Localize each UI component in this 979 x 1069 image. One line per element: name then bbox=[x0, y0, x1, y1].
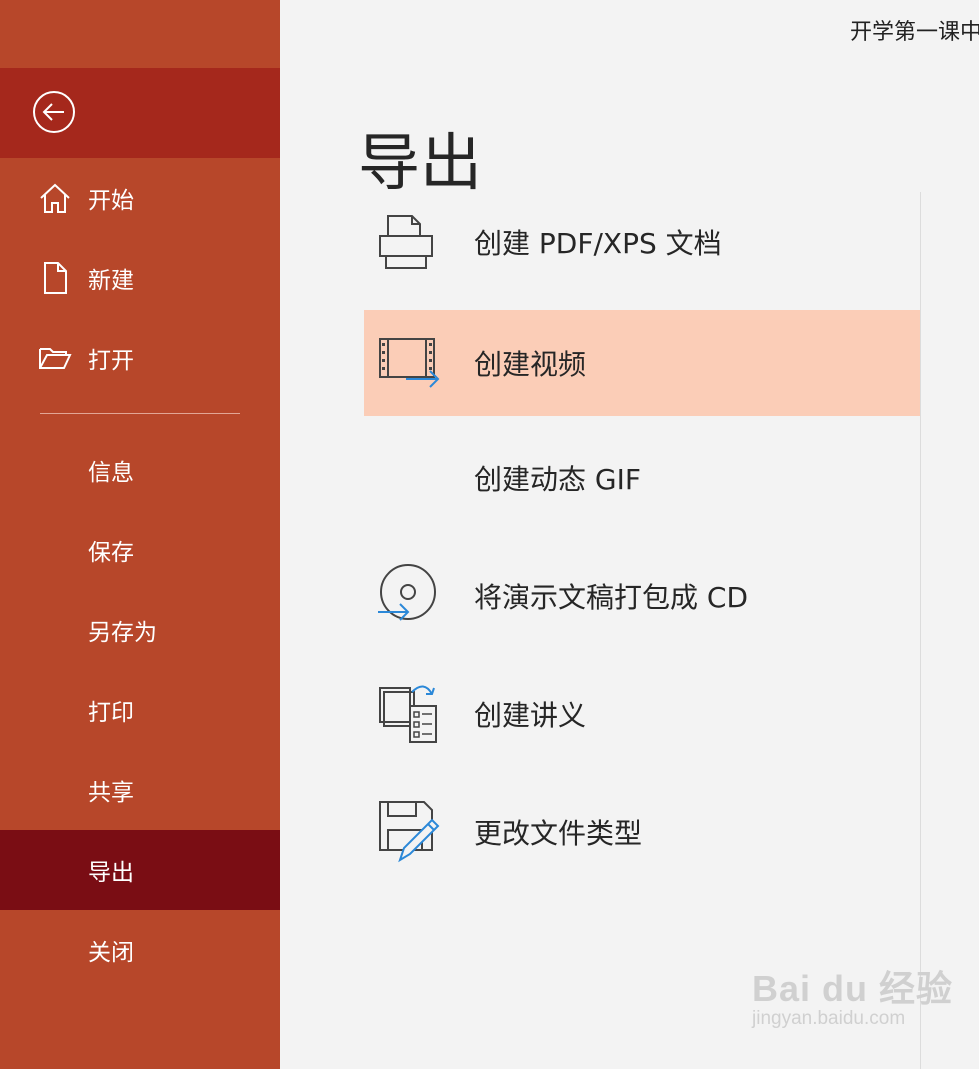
back-button[interactable] bbox=[0, 68, 280, 158]
sidebar-item-label: 导出 bbox=[88, 860, 134, 886]
sidebar-item-label: 打印 bbox=[88, 700, 134, 726]
printer-pdf-icon bbox=[379, 215, 433, 269]
sidebar-item-label: 另存为 bbox=[88, 620, 157, 646]
export-option-label: 创建视频 bbox=[474, 348, 587, 381]
new-document-icon bbox=[44, 262, 67, 294]
sidebar-item-label: 打开 bbox=[88, 348, 134, 374]
sidebar-item-label: 信息 bbox=[88, 460, 134, 486]
sidebar-item-label: 共享 bbox=[88, 780, 134, 806]
video-film-icon bbox=[379, 338, 440, 388]
backstage-sidebar: 开始 新建 打开 信息 保存 另存为 打印 共享 导出 关闭 bbox=[0, 0, 280, 1069]
sidebar-item-close[interactable]: 关闭 bbox=[0, 910, 280, 990]
sidebar-item-save-as[interactable]: 另存为 bbox=[0, 590, 280, 670]
export-option-label: 创建动态 GIF bbox=[474, 463, 641, 496]
document-title: 开学第一课中 bbox=[850, 20, 979, 45]
export-option-gif[interactable]: 创建动态 GIF bbox=[364, 425, 920, 531]
sidebar-item-label: 保存 bbox=[88, 540, 134, 566]
back-arrow-icon bbox=[33, 91, 75, 133]
export-option-label: 创建讲义 bbox=[474, 699, 587, 732]
sidebar-item-save[interactable]: 保存 bbox=[0, 510, 280, 590]
sidebar-item-info[interactable]: 信息 bbox=[0, 430, 280, 510]
export-option-change-file-type[interactable]: 更改文件类型 bbox=[364, 779, 920, 885]
home-icon bbox=[40, 183, 70, 213]
export-option-label: 将演示文稿打包成 CD bbox=[474, 581, 749, 614]
save-edit-icon bbox=[379, 801, 440, 863]
baidu-watermark: Bai du 经验 jingyan.baidu.com bbox=[752, 960, 953, 1030]
export-option-handouts[interactable]: 创建讲义 bbox=[364, 661, 920, 767]
sidebar-item-label: 新建 bbox=[88, 268, 134, 294]
sidebar-item-label: 关闭 bbox=[88, 940, 134, 966]
export-option-video[interactable]: 创建视频 bbox=[364, 310, 920, 416]
open-folder-icon bbox=[39, 348, 72, 369]
cd-disc-icon bbox=[378, 564, 436, 621]
export-option-label: 创建 PDF/XPS 文档 bbox=[474, 227, 722, 260]
sidebar-item-export[interactable]: 导出 bbox=[0, 830, 280, 910]
sidebar-item-home[interactable]: 开始 bbox=[0, 158, 280, 238]
export-option-pdf-xps[interactable]: 创建 PDF/XPS 文档 bbox=[364, 189, 920, 295]
sidebar-divider bbox=[40, 413, 240, 414]
sidebar-item-share[interactable]: 共享 bbox=[0, 750, 280, 830]
sidebar-item-print[interactable]: 打印 bbox=[0, 670, 280, 750]
sidebar-item-label: 开始 bbox=[88, 188, 134, 214]
sidebar-item-new[interactable]: 新建 bbox=[0, 238, 280, 318]
sidebar-item-open[interactable]: 打开 bbox=[0, 318, 280, 398]
export-option-package-cd[interactable]: 将演示文稿打包成 CD bbox=[364, 543, 920, 649]
watermark-main: Bai du 经验 bbox=[752, 968, 954, 1009]
export-option-label: 更改文件类型 bbox=[474, 817, 643, 850]
handout-icon bbox=[379, 685, 437, 743]
pane-divider bbox=[920, 192, 921, 1069]
